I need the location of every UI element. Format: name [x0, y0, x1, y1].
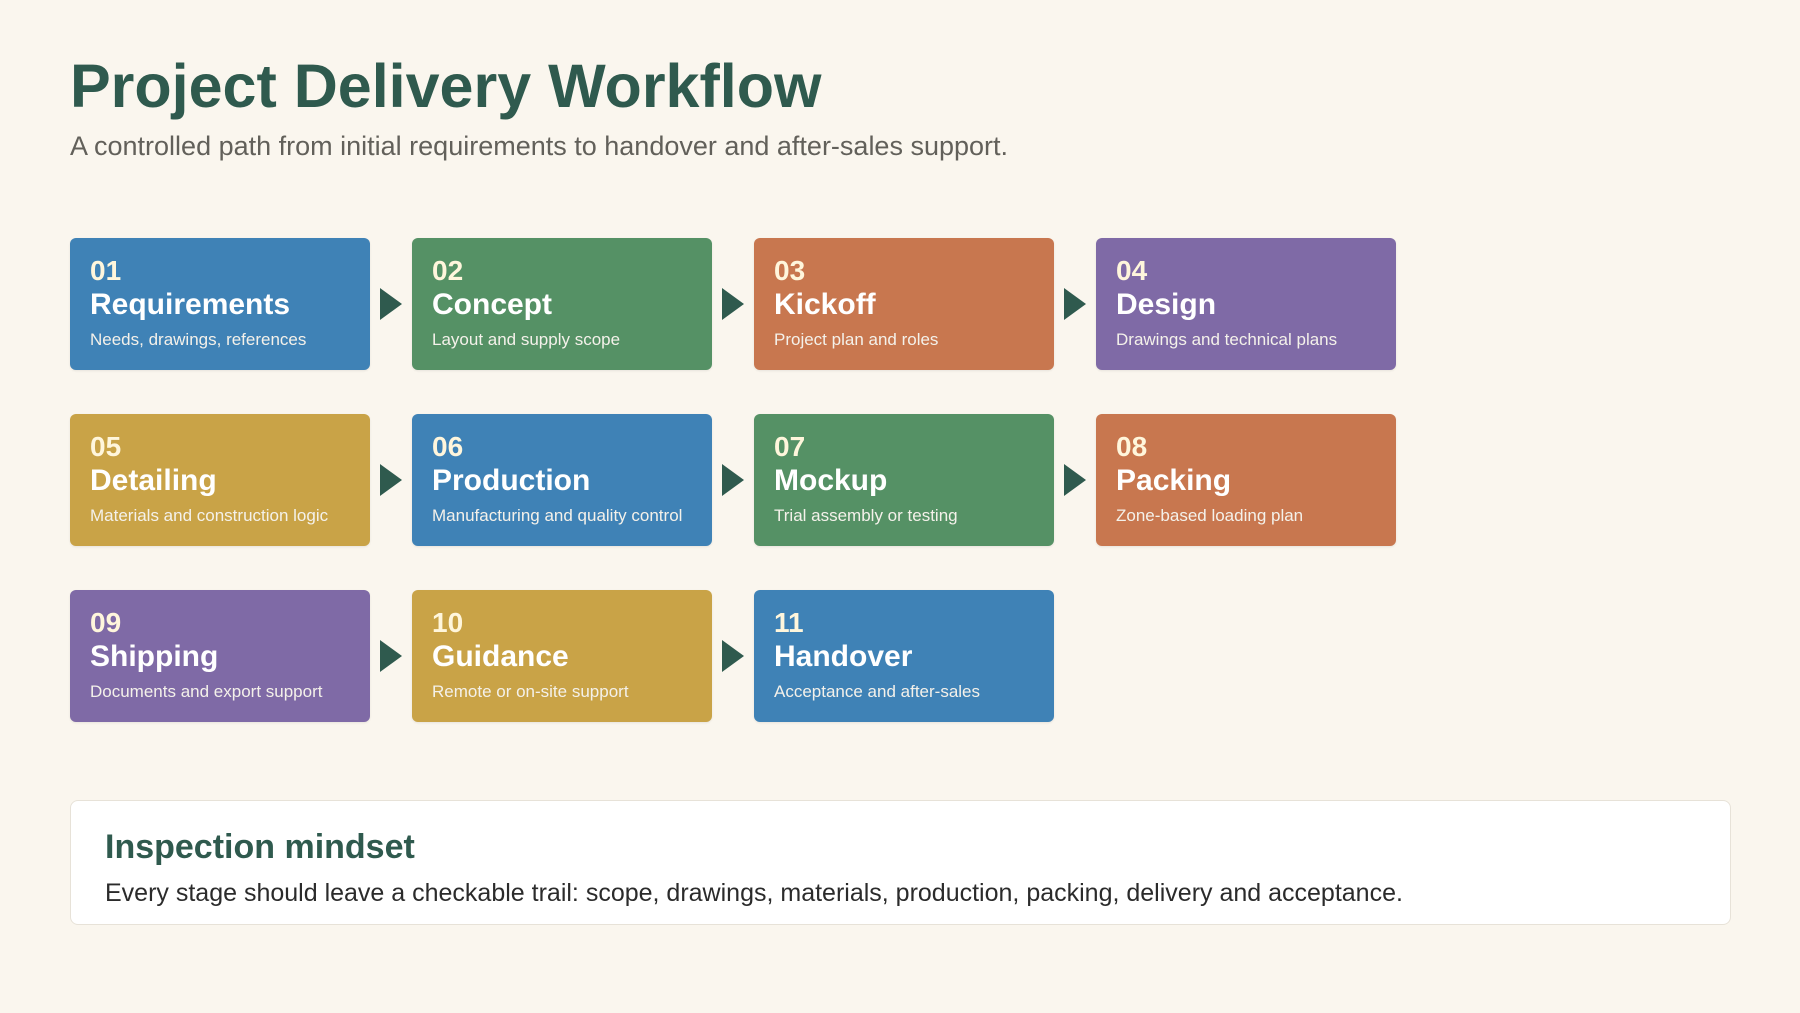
page-title: Project Delivery Workflow	[70, 52, 822, 120]
step-name: Handover	[774, 639, 913, 673]
step-name: Shipping	[90, 639, 219, 673]
step-card-handover: 11 Handover Acceptance and after-sales	[754, 590, 1054, 722]
step-card-design: 04 Design Drawings and technical plans	[1096, 238, 1396, 370]
step-description: Remote or on-site support	[432, 682, 629, 702]
step-description: Documents and export support	[90, 682, 323, 702]
step-card-packing: 08 Packing Zone-based loading plan	[1096, 414, 1396, 546]
step-number: 07	[774, 431, 806, 462]
step-number: 03	[774, 255, 806, 286]
step-description: Manufacturing and quality control	[432, 506, 683, 526]
step-name: Kickoff	[774, 287, 876, 321]
step-number: 02	[432, 255, 464, 286]
step-description: Acceptance and after-sales	[774, 682, 981, 702]
step-description: Layout and supply scope	[432, 330, 621, 350]
workflow-diagram: 01 Requirements Needs, drawings, reference…	[70, 238, 1400, 723]
step-description: Project plan and roles	[774, 330, 939, 350]
step-number: 04	[1116, 255, 1148, 286]
step-name: Production	[432, 463, 591, 497]
step-name: Detailing	[90, 463, 217, 497]
arrow-right-icon	[1054, 238, 1096, 370]
step-card-production: 06 Production Manufacturing and quality co…	[412, 414, 712, 546]
step-number: 08	[1116, 431, 1148, 462]
step-number: 06	[432, 431, 464, 462]
step-name: Design	[1116, 287, 1217, 321]
step-card-mockup: 07 Mockup Trial assembly or testing	[754, 414, 1054, 546]
panel-text: Every stage should leave a checkable tra…	[105, 879, 1403, 908]
arrow-right-icon	[712, 414, 754, 546]
step-description: Trial assembly or testing	[774, 506, 958, 526]
step-number: 11	[774, 607, 804, 638]
step-card-kickoff: 03 Kickoff Project plan and roles	[754, 238, 1054, 370]
arrow-right-icon	[712, 590, 754, 722]
inspection-panel: Inspection mindset Every stage should le…	[70, 800, 1731, 925]
arrow-right-icon	[370, 238, 412, 370]
step-card-detailing: 05 Detailing Materials and construction lo…	[70, 414, 370, 546]
workflow-row: 09 Shipping Documents and export support 10…	[70, 590, 1054, 722]
step-number: 10	[432, 607, 464, 638]
step-description: Needs, drawings, references	[90, 330, 307, 350]
step-number: 01	[90, 255, 122, 286]
step-description: Zone-based loading plan	[1116, 506, 1304, 526]
step-name: Requirements	[90, 287, 291, 321]
step-description: Materials and construction logic	[90, 506, 329, 526]
panel-title: Inspection mindset	[105, 828, 415, 866]
step-card-guidance: 10 Guidance Remote or on-site support	[412, 590, 712, 722]
step-card-requirements: 01 Requirements Needs, drawings, reference…	[70, 238, 370, 370]
arrow-right-icon	[370, 590, 412, 722]
step-name: Concept	[432, 287, 552, 321]
step-description: Drawings and technical plans	[1116, 330, 1338, 350]
arrow-right-icon	[370, 414, 412, 546]
step-card-shipping: 09 Shipping Documents and export support	[70, 590, 370, 722]
workflow-row: 01 Requirements Needs, drawings, reference…	[70, 238, 1396, 370]
arrow-right-icon	[1054, 414, 1096, 546]
workflow-row: 05 Detailing Materials and construction lo…	[70, 414, 1396, 546]
step-name: Mockup	[774, 463, 888, 497]
step-number: 05	[90, 431, 122, 462]
step-card-concept: 02 Concept Layout and supply scope	[412, 238, 712, 370]
step-number: 09	[90, 607, 122, 638]
step-name: Guidance	[432, 639, 569, 673]
step-name: Packing	[1116, 463, 1232, 497]
page-subtitle: A controlled path from initial requireme…	[70, 131, 1009, 161]
arrow-right-icon	[712, 238, 754, 370]
